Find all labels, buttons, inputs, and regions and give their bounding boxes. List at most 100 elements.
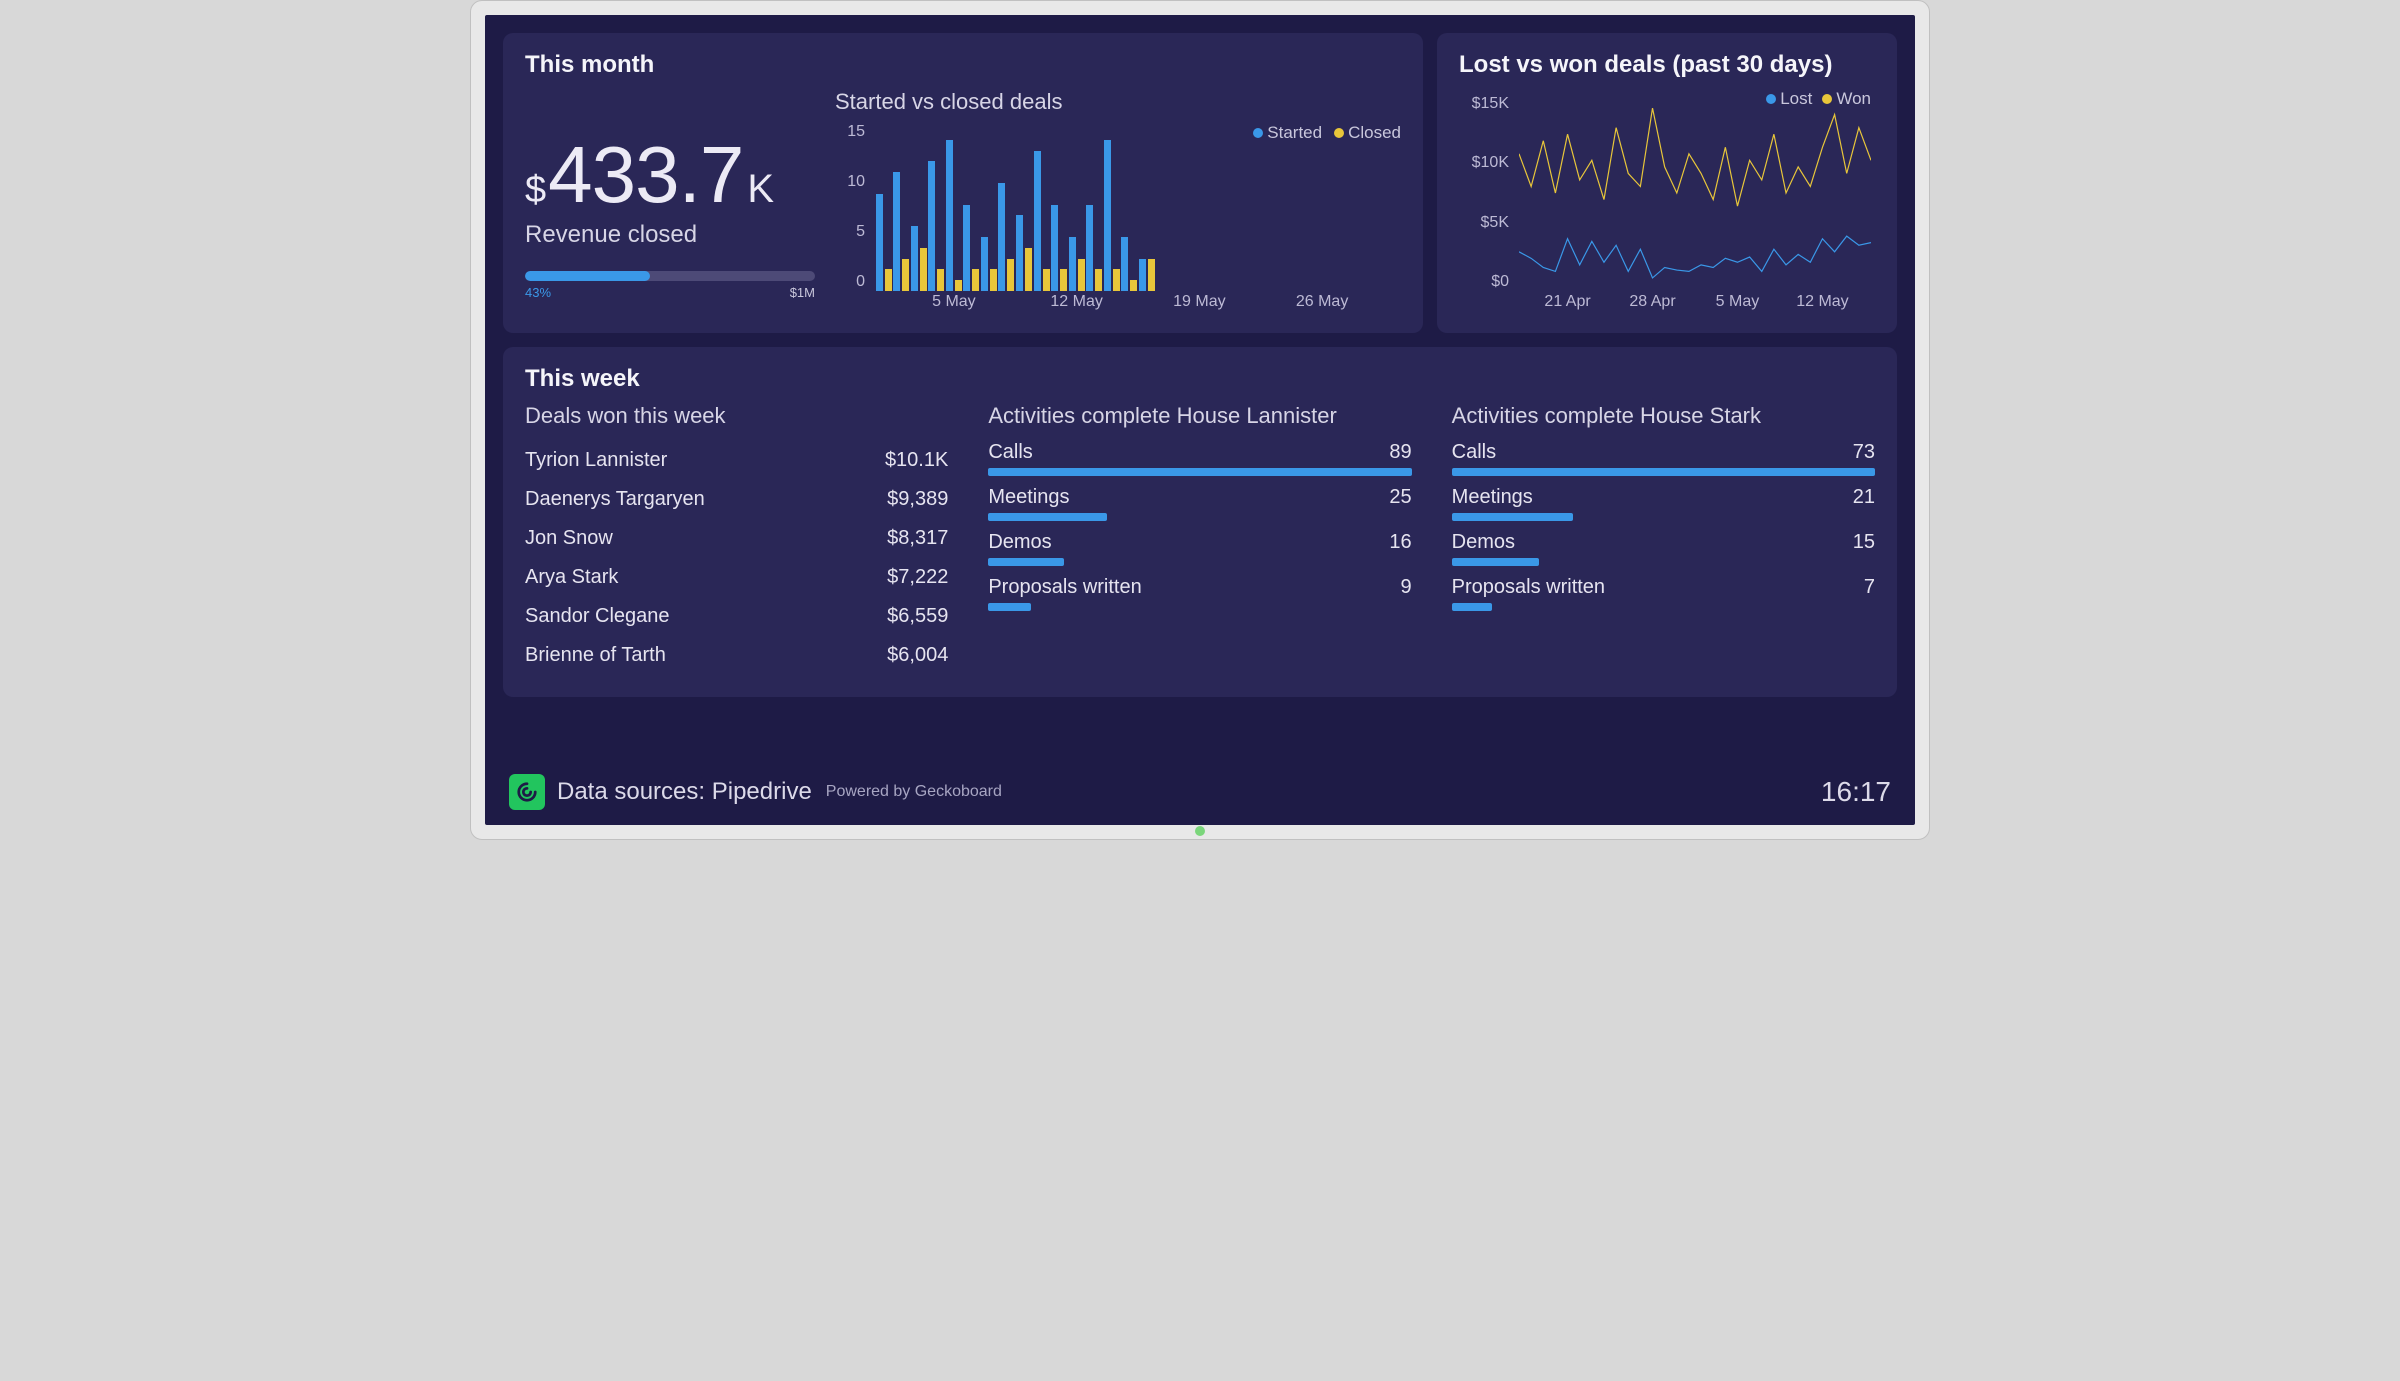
bar-closed xyxy=(1113,269,1120,291)
bar-started xyxy=(1016,215,1023,291)
activity-label: Meetings xyxy=(1452,486,1533,509)
x-tick: 5 May xyxy=(932,293,976,311)
y-tick: 10 xyxy=(835,173,865,191)
revenue-label: Revenue closed xyxy=(525,221,815,249)
activity-bar xyxy=(988,468,1411,476)
bar-closed xyxy=(885,269,892,291)
bar-started xyxy=(963,205,970,291)
panel-lost-won: Lost vs won deals (past 30 days) Lost Wo… xyxy=(1437,33,1897,333)
revenue-currency: $ xyxy=(525,169,546,212)
deal-row: Arya Stark$7,222 xyxy=(525,558,948,597)
activity-bar xyxy=(988,558,1064,566)
bar-started xyxy=(1051,205,1058,291)
deal-row: Sandor Clegane$6,559 xyxy=(525,597,948,636)
y-tick: $15K xyxy=(1459,95,1509,113)
bar-closed xyxy=(1130,280,1137,291)
line-plot xyxy=(1519,95,1871,291)
bar-group xyxy=(1138,129,1156,291)
bar-group xyxy=(875,129,893,291)
deal-value: $6,004 xyxy=(887,644,948,667)
activity-label: Demos xyxy=(988,531,1051,554)
bar-group xyxy=(1278,129,1296,291)
line-series xyxy=(1519,108,1871,206)
activity-bar xyxy=(988,603,1031,611)
x-tick: 12 May xyxy=(1050,293,1102,311)
footer-data-sources: Data sources: Pipedrive xyxy=(557,778,812,806)
deal-name: Jon Snow xyxy=(525,527,613,550)
bar-started xyxy=(911,226,918,291)
bar-started xyxy=(876,194,883,291)
bar-group xyxy=(1050,129,1068,291)
bar-chart-block: Started vs closed deals Started Closed 1… xyxy=(835,89,1401,315)
activity-row: Calls89 xyxy=(988,441,1411,476)
deal-value: $6,559 xyxy=(887,605,948,628)
activity-row: Proposals written9 xyxy=(988,576,1411,611)
swirl-icon xyxy=(516,781,538,803)
bar-started xyxy=(928,161,935,291)
deal-value: $10.1K xyxy=(885,449,948,472)
bar-started xyxy=(1139,259,1146,291)
geckoboard-logo-icon xyxy=(509,774,545,810)
bar-group xyxy=(1348,129,1366,291)
panel-title-lostwon: Lost vs won deals (past 30 days) xyxy=(1459,51,1875,79)
panel-title-month: This month xyxy=(525,51,1401,79)
bar-started xyxy=(1104,140,1111,291)
deals-won-title: Deals won this week xyxy=(525,403,948,429)
bar-closed xyxy=(1060,269,1067,291)
y-tick: 5 xyxy=(835,223,865,241)
y-tick: $5K xyxy=(1459,214,1509,232)
revenue-goal: $1M xyxy=(790,285,815,300)
activity-row: Meetings21 xyxy=(1452,486,1875,521)
bar-closed xyxy=(1043,269,1050,291)
y-tick: 15 xyxy=(835,123,865,141)
footer: Data sources: Pipedrive Powered by Gecko… xyxy=(503,763,1897,825)
bar-group xyxy=(1120,129,1138,291)
bar-group xyxy=(1296,129,1314,291)
deal-row: Jon Snow $8,317 xyxy=(525,519,948,558)
deal-name: Tyrion Lannister xyxy=(525,449,667,472)
y-tick: $0 xyxy=(1459,273,1509,291)
bar-started xyxy=(893,172,900,291)
bar-closed xyxy=(920,248,927,291)
x-tick: 21 Apr xyxy=(1544,293,1590,311)
bar-started xyxy=(1069,237,1076,291)
deals-won-column: Deals won this week Tyrion Lannister $10.… xyxy=(525,403,948,675)
bar-started xyxy=(946,140,953,291)
activity-row: Proposals written7 xyxy=(1452,576,1875,611)
deal-row: Brienne of Tarth$6,004 xyxy=(525,636,948,675)
bar-plot xyxy=(875,129,1401,291)
line-x-axis: 21 Apr28 Apr5 May12 May xyxy=(1519,293,1871,315)
bar-group xyxy=(893,129,911,291)
activity-bar xyxy=(1452,558,1539,566)
line-svg xyxy=(1519,95,1871,291)
line-y-axis: $15K$10K$5K$0 xyxy=(1459,95,1509,291)
bar-started xyxy=(1121,237,1128,291)
line-chart: Lost Won $15K$10K$5K$0 21 Apr28 Apr5 May… xyxy=(1459,89,1875,315)
bar-chart: Started Closed 151050 5 May12 May19 May2… xyxy=(835,123,1401,315)
bar-closed xyxy=(955,280,962,291)
revenue-amount: 433.7 xyxy=(548,135,743,215)
footer-clock: 16:17 xyxy=(1821,776,1891,808)
y-tick: 0 xyxy=(835,273,865,291)
bar-started xyxy=(1034,151,1041,291)
bar-group xyxy=(1366,129,1384,291)
revenue-progress-track xyxy=(525,271,815,281)
bar-group xyxy=(1015,129,1033,291)
activities-stark-column: Activities complete House StarkCalls73Me… xyxy=(1452,403,1875,675)
bar-group xyxy=(1191,129,1209,291)
bar-group xyxy=(1068,129,1086,291)
bar-closed xyxy=(1095,269,1102,291)
revenue-progress-fill xyxy=(525,271,650,281)
activities-lannister-column: Activities complete House Lannister Calls… xyxy=(988,403,1411,675)
bar-closed xyxy=(1025,248,1032,291)
bar-group xyxy=(1033,129,1051,291)
panel-this-month: This month $ 433.7 K Revenue closed xyxy=(503,33,1423,333)
x-tick: 19 May xyxy=(1173,293,1225,311)
activity-value: 73 xyxy=(1853,441,1875,464)
activity-label: Calls xyxy=(988,441,1032,464)
bar-group xyxy=(1313,129,1331,291)
deal-value: $8,317 xyxy=(887,527,948,550)
activities-title: Activities complete House Lannister xyxy=(988,403,1411,429)
panel-title-week: This week xyxy=(525,365,1875,393)
bar-closed xyxy=(1007,259,1014,291)
